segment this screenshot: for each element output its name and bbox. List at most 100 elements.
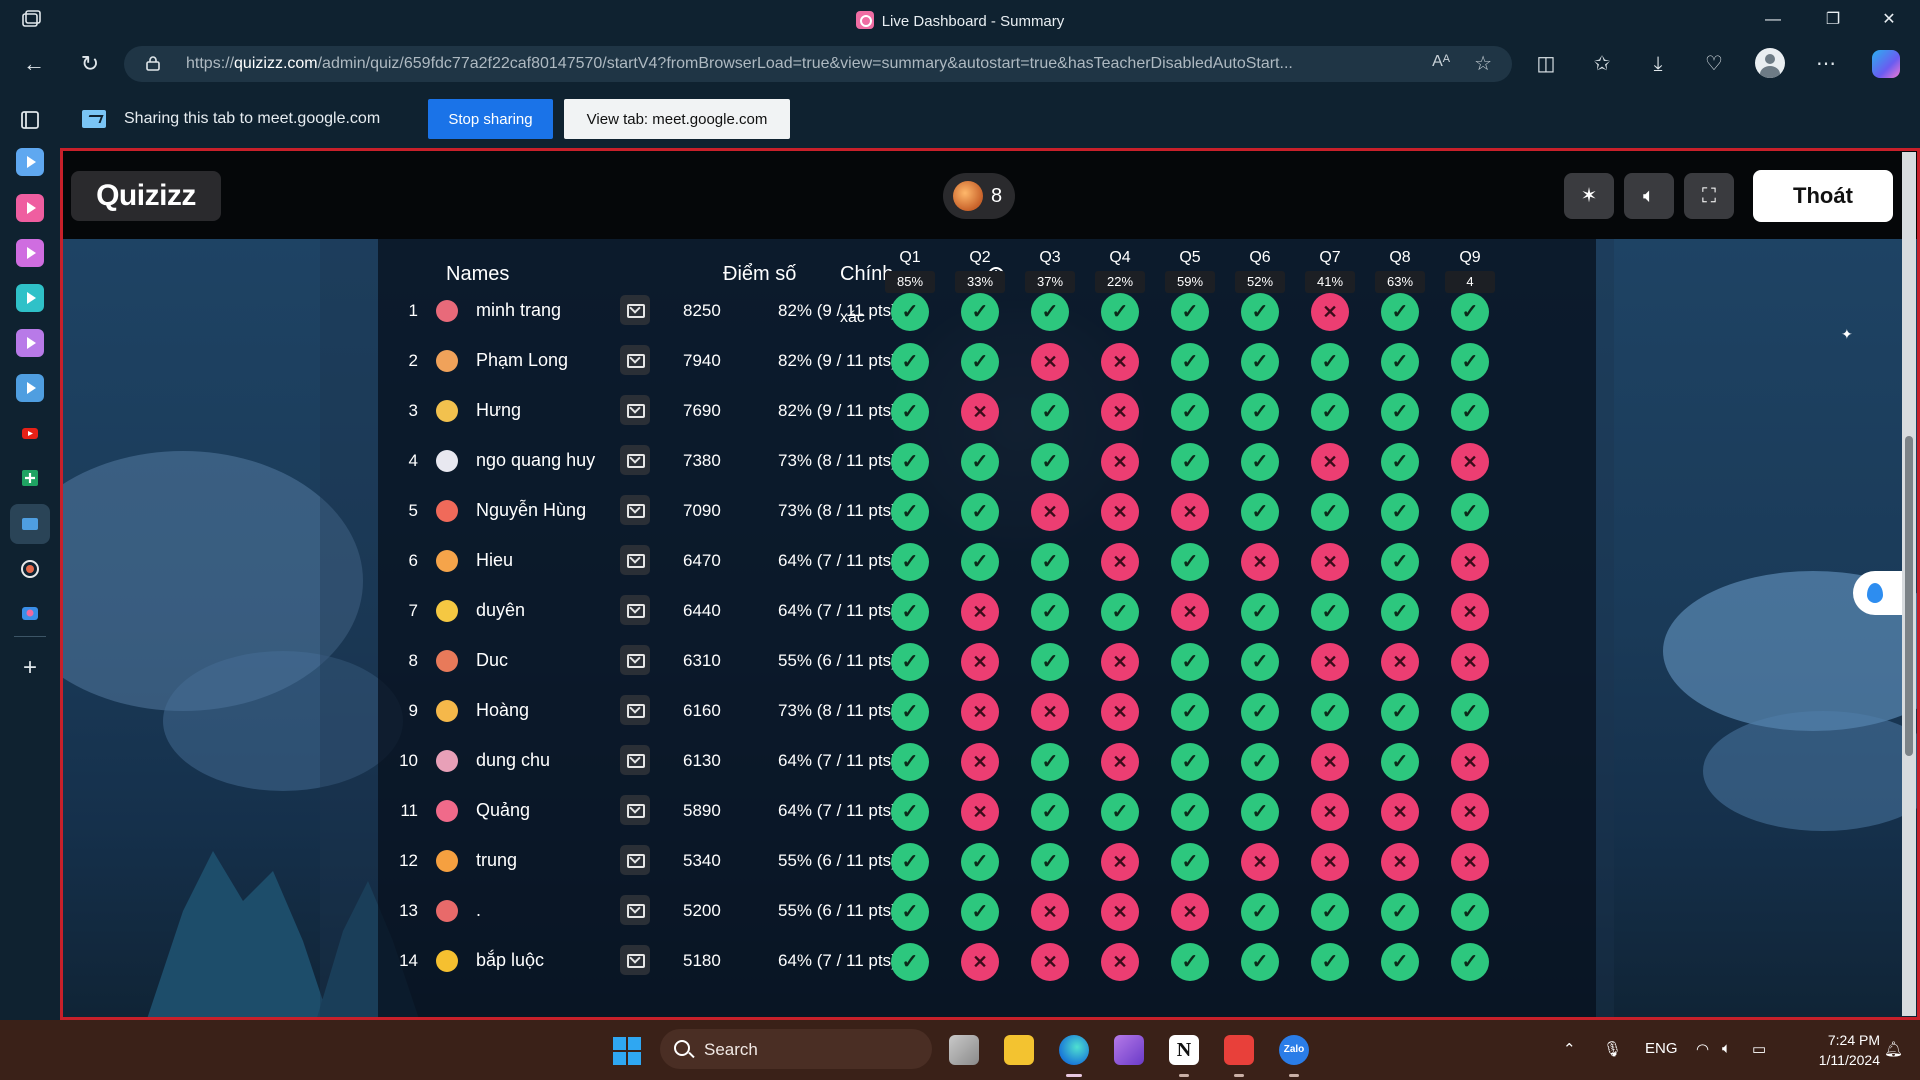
send-email-icon[interactable]: [620, 345, 650, 375]
correct-answer-icon[interactable]: ✓: [1031, 643, 1069, 681]
incorrect-answer-icon[interactable]: ✕: [1031, 343, 1069, 381]
incorrect-answer-icon[interactable]: ✕: [1101, 693, 1139, 731]
incorrect-answer-icon[interactable]: ✕: [961, 643, 999, 681]
student-name[interactable]: ngo quang huy: [476, 450, 595, 471]
correct-answer-icon[interactable]: ✓: [891, 593, 929, 631]
student-name[interactable]: dung chu: [476, 750, 550, 771]
correct-answer-icon[interactable]: ✓: [1241, 593, 1279, 631]
incorrect-answer-icon[interactable]: ✕: [1101, 843, 1139, 881]
correct-answer-icon[interactable]: ✓: [1171, 343, 1209, 381]
send-email-icon[interactable]: [620, 295, 650, 325]
page-scrollbar[interactable]: [1902, 152, 1916, 1016]
stop-sharing-button[interactable]: Stop sharing: [428, 99, 553, 139]
correct-answer-icon[interactable]: ✓: [1381, 343, 1419, 381]
correct-answer-icon[interactable]: ✓: [1451, 293, 1489, 331]
incorrect-answer-icon[interactable]: ✕: [1101, 393, 1139, 431]
split-screen-icon[interactable]: ◫: [1532, 50, 1560, 78]
score-column-header[interactable]: Điểm số: [723, 263, 796, 286]
correct-answer-icon[interactable]: ✓: [1031, 593, 1069, 631]
fullscreen-button[interactable]: ⛶: [1684, 173, 1734, 219]
names-column-header[interactable]: Names: [446, 263, 509, 286]
correct-answer-icon[interactable]: ✓: [1241, 893, 1279, 931]
incorrect-answer-icon[interactable]: ✕: [1101, 893, 1139, 931]
zalo-icon[interactable]: Zalo: [1279, 1035, 1309, 1065]
favorite-star-icon[interactable]: ☆: [1474, 51, 1492, 76]
correct-answer-icon[interactable]: ✓: [1241, 693, 1279, 731]
student-name[interactable]: Quảng: [476, 800, 530, 821]
correct-answer-icon[interactable]: ✓: [891, 543, 929, 581]
correct-answer-icon[interactable]: ✓: [891, 943, 929, 981]
incorrect-answer-icon[interactable]: ✕: [961, 693, 999, 731]
correct-answer-icon[interactable]: ✓: [1311, 343, 1349, 381]
correct-answer-icon[interactable]: ✓: [1241, 793, 1279, 831]
incorrect-answer-icon[interactable]: ✕: [1451, 643, 1489, 681]
chat-app-icon[interactable]: [16, 600, 44, 628]
student-name[interactable]: Hưng: [476, 400, 521, 421]
sound-button[interactable]: 🔈︎: [1624, 173, 1674, 219]
incorrect-answer-icon[interactable]: ✕: [1381, 793, 1419, 831]
correct-answer-icon[interactable]: ✓: [1381, 293, 1419, 331]
microphone-icon[interactable]: 🎙︎: [1603, 1040, 1622, 1058]
correct-answer-icon[interactable]: ✓: [1451, 493, 1489, 531]
student-name[interactable]: minh trang: [476, 300, 561, 321]
correct-answer-icon[interactable]: ✓: [1381, 543, 1419, 581]
correct-answer-icon[interactable]: ✓: [1241, 743, 1279, 781]
minimize-button[interactable]: —: [1750, 6, 1796, 34]
table-row[interactable]: 11 Quảng 5890 64% (7 / 11 pts) ✓ ✕ ✓ ✓ ✓ ✓ ✕ ✕ ✕: [378, 787, 1596, 837]
incorrect-answer-icon[interactable]: ✕: [1101, 343, 1139, 381]
table-row[interactable]: 6 Hieu 6470 64% (7 / 11 pts) ✓ ✓ ✓ ✕ ✓ ✕ ✕ ✓ ✕: [378, 537, 1596, 587]
incorrect-answer-icon[interactable]: ✕: [961, 743, 999, 781]
correct-answer-icon[interactable]: ✓: [961, 293, 999, 331]
incorrect-answer-icon[interactable]: ✕: [1451, 843, 1489, 881]
incorrect-answer-icon[interactable]: ✕: [1031, 493, 1069, 531]
scrollbar-thumb[interactable]: [1905, 436, 1913, 756]
table-row[interactable]: 1 minh trang 8250 82% (9 / 11 pts) ✓ ✓ ✓ ✓ ✓ ✓ ✕ ✓ ✓: [378, 287, 1596, 337]
incorrect-answer-icon[interactable]: ✕: [1311, 293, 1349, 331]
correct-answer-icon[interactable]: ✓: [1171, 793, 1209, 831]
visual-studio-icon[interactable]: [1114, 1035, 1144, 1065]
table-row[interactable]: 2 Phạm Long 7940 82% (9 / 11 pts) ✓ ✓ ✕ ✕ ✓ ✓ ✓ ✓ ✓: [378, 337, 1596, 387]
incorrect-answer-icon[interactable]: ✕: [1241, 843, 1279, 881]
incorrect-answer-icon[interactable]: ✕: [1101, 743, 1139, 781]
incorrect-answer-icon[interactable]: ✕: [1451, 443, 1489, 481]
floating-help-button[interactable]: [1853, 571, 1903, 615]
student-name[interactable]: Phạm Long: [476, 350, 568, 371]
correct-answer-icon[interactable]: ✓: [1311, 893, 1349, 931]
table-row[interactable]: 14 bắp luộc 5180 64% (7 / 11 pts) ✓ ✕ ✕ ✕ ✓ ✓ ✓ ✓ ✓: [378, 937, 1596, 987]
sidebar-app-2-icon[interactable]: [16, 194, 44, 222]
sidebar-app-3-icon[interactable]: [16, 239, 44, 267]
incorrect-answer-icon[interactable]: ✕: [1171, 893, 1209, 931]
table-row[interactable]: 9 Hoàng 6160 73% (8 / 11 pts) ✓ ✕ ✕ ✕ ✓ ✓ ✓ ✓ ✓: [378, 687, 1596, 737]
correct-answer-icon[interactable]: ✓: [891, 343, 929, 381]
incorrect-answer-icon[interactable]: ✕: [1311, 643, 1349, 681]
incorrect-answer-icon[interactable]: ✕: [1031, 943, 1069, 981]
correct-answer-icon[interactable]: ✓: [891, 293, 929, 331]
table-row[interactable]: 10 dung chu 6130 64% (7 / 11 pts) ✓ ✕ ✓ ✕ ✓ ✓ ✕ ✓ ✕: [378, 737, 1596, 787]
correct-answer-icon[interactable]: ✓: [961, 443, 999, 481]
back-button[interactable]: ←: [18, 48, 50, 80]
add-sidebar-app-icon[interactable]: +: [16, 654, 44, 682]
task-view-icon[interactable]: [949, 1035, 979, 1065]
screen-recorder-icon[interactable]: [1224, 1035, 1254, 1065]
table-row[interactable]: 12 trung 5340 55% (6 / 11 pts) ✓ ✓ ✓ ✕ ✓ ✕ ✕ ✕ ✕: [378, 837, 1596, 887]
sidebar-app-1-icon[interactable]: [16, 148, 44, 176]
correct-answer-icon[interactable]: ✓: [1381, 443, 1419, 481]
record-icon[interactable]: [16, 555, 44, 583]
incorrect-answer-icon[interactable]: ✕: [1241, 543, 1279, 581]
student-name[interactable]: .: [476, 900, 481, 921]
read-aloud-icon[interactable]: Aᴬ: [1432, 53, 1450, 71]
correct-answer-icon[interactable]: ✓: [1171, 293, 1209, 331]
correct-answer-icon[interactable]: ✓: [891, 893, 929, 931]
correct-answer-icon[interactable]: ✓: [1381, 893, 1419, 931]
correct-answer-icon[interactable]: ✓: [961, 493, 999, 531]
url-text[interactable]: https://quizizz.com/admin/quiz/659fdc77a…: [186, 55, 1526, 73]
correct-answer-icon[interactable]: ✓: [1451, 393, 1489, 431]
send-email-icon[interactable]: [620, 395, 650, 425]
correct-answer-icon[interactable]: ✓: [1451, 343, 1489, 381]
student-name[interactable]: Nguyễn Hùng: [476, 500, 586, 521]
incorrect-answer-icon[interactable]: ✕: [1311, 793, 1349, 831]
correct-answer-icon[interactable]: ✓: [891, 393, 929, 431]
notification-icon[interactable]: 🔔︎: [1884, 1040, 1903, 1058]
send-email-icon[interactable]: [620, 745, 650, 775]
table-row[interactable]: 8 Duc 6310 55% (6 / 11 pts) ✓ ✕ ✓ ✕ ✓ ✓ ✕ ✕ ✕: [378, 637, 1596, 687]
